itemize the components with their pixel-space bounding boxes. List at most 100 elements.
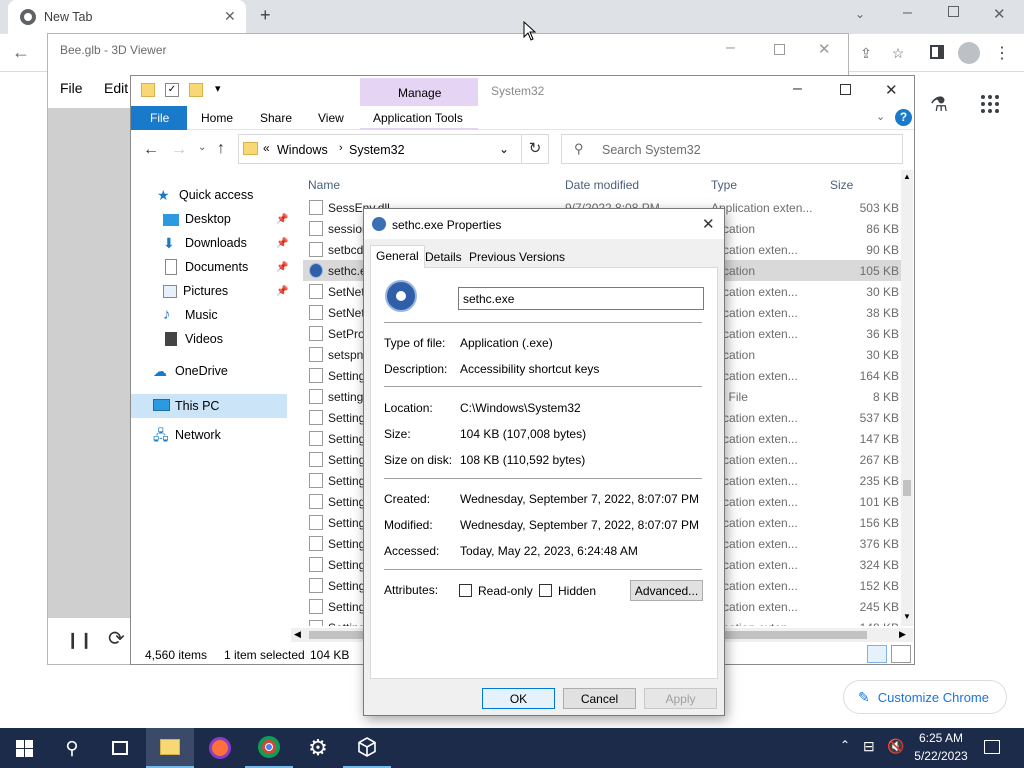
tab-application-tools[interactable]: Application Tools xyxy=(360,106,478,130)
advanced-button[interactable]: Advanced... xyxy=(630,580,703,601)
hidden-checkbox[interactable] xyxy=(539,584,552,597)
nav-desktop[interactable]: Desktop 📌 xyxy=(163,208,293,230)
back-arrow-icon[interactable]: ← xyxy=(12,42,30,63)
start-button[interactable] xyxy=(0,728,48,768)
share-icon[interactable]: ⇪ xyxy=(852,39,880,67)
vertical-scrollbar[interactable]: ▲ ▼ xyxy=(901,170,913,626)
clock-date[interactable]: 5/22/2023 xyxy=(911,749,971,763)
pin-icon[interactable]: 📌 xyxy=(276,286,288,297)
help-icon[interactable]: ? xyxy=(895,109,912,126)
pin-icon[interactable]: 📌 xyxy=(276,262,288,273)
maximize-icon[interactable] xyxy=(840,84,851,95)
breadcrumb-windows[interactable]: Windows xyxy=(277,143,328,157)
cancel-button[interactable]: Cancel xyxy=(563,688,636,709)
profile-avatar-icon[interactable] xyxy=(958,42,980,64)
loop-icon[interactable]: ⟳ xyxy=(108,626,125,651)
close-icon[interactable]: ✕ xyxy=(224,8,236,25)
clock-time[interactable]: 6:25 AM xyxy=(913,731,969,745)
nav-videos[interactable]: Videos xyxy=(163,328,223,350)
search-input[interactable]: ⚲ Search System32 xyxy=(561,134,903,164)
new-folder-icon[interactable] xyxy=(189,83,203,97)
3d-viewer-titlebar[interactable]: Bee.glb - 3D Viewer – ✕ xyxy=(48,34,848,66)
more-menu-icon[interactable]: ⋮ xyxy=(988,39,1016,67)
breadcrumb-overflow-icon[interactable]: « xyxy=(263,141,270,155)
customize-chrome-button[interactable]: ✎ Customize Chrome xyxy=(843,680,1007,714)
3d-viewer-taskbar-icon[interactable] xyxy=(343,728,391,768)
close-icon[interactable]: ✕ xyxy=(702,215,715,233)
nav-downloads[interactable]: ⬇ Downloads 📌 xyxy=(163,232,293,254)
properties-check-icon[interactable]: ✓ xyxy=(165,83,179,97)
close-window-icon[interactable]: ✕ xyxy=(993,5,1006,23)
close-icon[interactable]: ✕ xyxy=(885,81,898,99)
minimize-icon[interactable]: – xyxy=(903,4,912,22)
large-icons-view-icon[interactable] xyxy=(891,645,911,663)
details-view-icon[interactable] xyxy=(867,645,887,663)
up-arrow-icon[interactable]: ↑ xyxy=(217,140,225,158)
nav-music[interactable]: ♪ Music xyxy=(163,304,218,326)
minimize-icon[interactable]: – xyxy=(726,39,735,57)
column-date-modified[interactable]: Date modified xyxy=(565,178,639,192)
pause-icon[interactable]: ❙❙ xyxy=(66,630,93,650)
breadcrumb-system32[interactable]: System32 xyxy=(349,143,405,157)
address-box[interactable]: « Windows › System32 ⌄ xyxy=(238,134,522,164)
search-icon[interactable]: ⚲ xyxy=(48,728,96,768)
nav-pictures[interactable]: Pictures 📌 xyxy=(163,280,293,302)
tab-home[interactable]: Home xyxy=(201,111,233,125)
file-explorer-taskbar-icon[interactable] xyxy=(146,728,194,768)
filename-input[interactable]: sethc.exe xyxy=(458,287,704,310)
column-size[interactable]: Size xyxy=(830,178,853,192)
ok-button[interactable]: OK xyxy=(482,688,555,709)
nav-onedrive[interactable]: ☁ OneDrive xyxy=(153,360,228,382)
tray-chevron-up-icon[interactable]: ⌃ xyxy=(840,738,850,752)
restore-icon[interactable] xyxy=(948,6,959,17)
bookmark-star-icon[interactable]: ☆ xyxy=(884,39,912,67)
tab-general[interactable]: General xyxy=(370,245,425,268)
pin-icon[interactable]: 📌 xyxy=(276,214,288,225)
pin-icon[interactable]: 📌 xyxy=(276,238,288,249)
column-name[interactable]: Name xyxy=(308,178,340,192)
new-tab-plus-icon[interactable]: + xyxy=(260,5,271,26)
task-view-icon[interactable] xyxy=(96,728,144,768)
minimize-icon[interactable]: – xyxy=(793,80,802,98)
scroll-down-icon[interactable]: ▼ xyxy=(903,612,911,621)
properties-titlebar[interactable]: sethc.exe Properties ✕ xyxy=(364,209,724,239)
volume-muted-icon[interactable]: 🔇 xyxy=(887,738,904,755)
scroll-up-icon[interactable]: ▲ xyxy=(903,172,911,181)
apply-button[interactable]: Apply xyxy=(644,688,717,709)
scroll-right-icon[interactable]: ▶ xyxy=(899,629,906,640)
recent-locations-chevron-icon[interactable]: ⌄ xyxy=(198,142,206,153)
chrome-taskbar-icon[interactable] xyxy=(245,728,293,768)
labs-flask-icon[interactable]: ⚗ xyxy=(930,92,948,117)
firefox-icon[interactable] xyxy=(196,728,244,768)
menu-edit[interactable]: Edit xyxy=(104,80,128,96)
back-arrow-icon[interactable]: ← xyxy=(143,141,159,159)
refresh-icon[interactable]: ↻ xyxy=(521,134,549,164)
properties-dialog[interactable]: sethc.exe Properties ✕ General Details P… xyxy=(363,208,725,716)
nav-network[interactable]: 🖧 Network xyxy=(153,424,221,446)
chevron-down-icon[interactable]: ⌄ xyxy=(855,7,865,21)
network-status-icon[interactable]: ⊟ xyxy=(863,738,875,755)
scroll-left-icon[interactable]: ◀ xyxy=(294,629,301,640)
nav-documents[interactable]: Documents 📌 xyxy=(163,256,293,278)
tab-share[interactable]: Share xyxy=(260,111,292,125)
explorer-titlebar[interactable]: ✓ ▾ Manage System32 – ✕ xyxy=(131,76,914,106)
tab-view[interactable]: View xyxy=(318,111,344,125)
column-type[interactable]: Type xyxy=(711,178,737,192)
scrollbar-thumb[interactable] xyxy=(903,480,911,496)
ribbon-expand-chevron-icon[interactable]: ⌄ xyxy=(876,110,885,123)
side-panel-icon[interactable] xyxy=(930,45,944,59)
nav-this-pc[interactable]: This PC xyxy=(131,394,287,418)
menu-file[interactable]: File xyxy=(60,80,83,96)
close-icon[interactable]: ✕ xyxy=(818,40,831,58)
tab-previous-versions[interactable]: Previous Versions xyxy=(464,247,570,268)
tab-details[interactable]: Details xyxy=(420,247,467,268)
nav-quick-access[interactable]: ★ Quick access xyxy=(157,184,253,206)
notifications-icon[interactable] xyxy=(984,740,1000,754)
tab-file[interactable]: File xyxy=(131,106,187,130)
quick-access-dropdown-icon[interactable]: ▾ xyxy=(215,82,221,95)
readonly-checkbox[interactable] xyxy=(459,584,472,597)
manage-context-tab[interactable]: Manage xyxy=(360,78,478,106)
settings-gear-icon[interactable]: ⚙ xyxy=(294,728,342,768)
apps-grid-icon[interactable] xyxy=(980,94,1000,114)
address-dropdown-icon[interactable]: ⌄ xyxy=(499,142,509,156)
